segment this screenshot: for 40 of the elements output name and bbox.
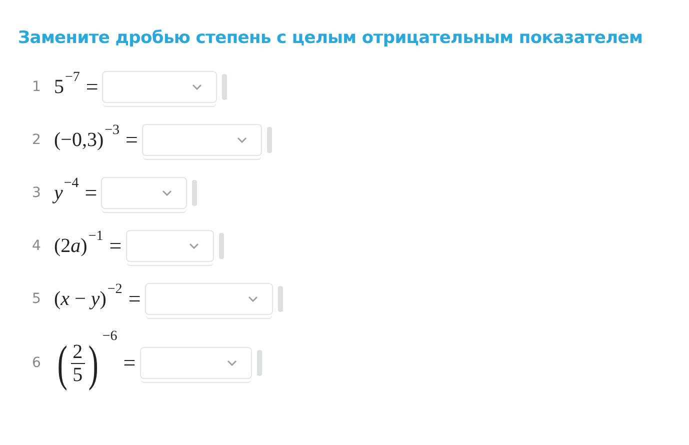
math-base: 5 [54,76,64,98]
math-parenthesis: ( [57,338,68,388]
fraction-denominator: 5 [72,364,83,386]
math-exponent: −7 [65,70,80,86]
item-number: 5 [32,291,42,307]
math-exponent: −2 [107,282,122,298]
handle-bar [266,127,272,153]
handle-bar [278,286,283,312]
equals-sign: = [84,180,98,206]
handle-bar [256,350,262,376]
equals-sign: = [86,74,98,100]
math-exponent: −3 [104,123,120,139]
handle-bar [192,180,198,206]
caret-icon [236,137,247,143]
equals-sign: = [109,233,122,259]
handle-bar [222,74,228,100]
math-exponent: −1 [88,229,104,245]
equals-sign: = [123,350,136,376]
handle-bar [218,233,224,259]
math-base: (x − y) [54,288,106,310]
item-number: 1 [32,79,42,95]
math-base: y [54,182,63,204]
math-parenthesis: ) [88,338,98,388]
item-number: 3 [32,185,42,201]
caret-icon [192,84,202,90]
caret-icon [248,296,258,302]
caret-icon [162,190,172,196]
math-base: (−0,3) [54,128,104,152]
item-number: 2 [32,132,42,148]
fraction-numerator: 2 [70,340,85,364]
equals-sign: = [128,286,141,312]
math-exponent: −4 [64,176,79,192]
math-base: (2a) [54,234,88,258]
caret-icon [226,360,237,366]
math-exponent: −6 [102,329,118,345]
equals-sign: = [126,127,138,153]
caret-icon [188,243,199,249]
item-number: 6 [32,355,42,371]
task-title: Замените дробью степень с целым отрицательным показателем [18,28,644,48]
item-number: 4 [32,238,42,254]
